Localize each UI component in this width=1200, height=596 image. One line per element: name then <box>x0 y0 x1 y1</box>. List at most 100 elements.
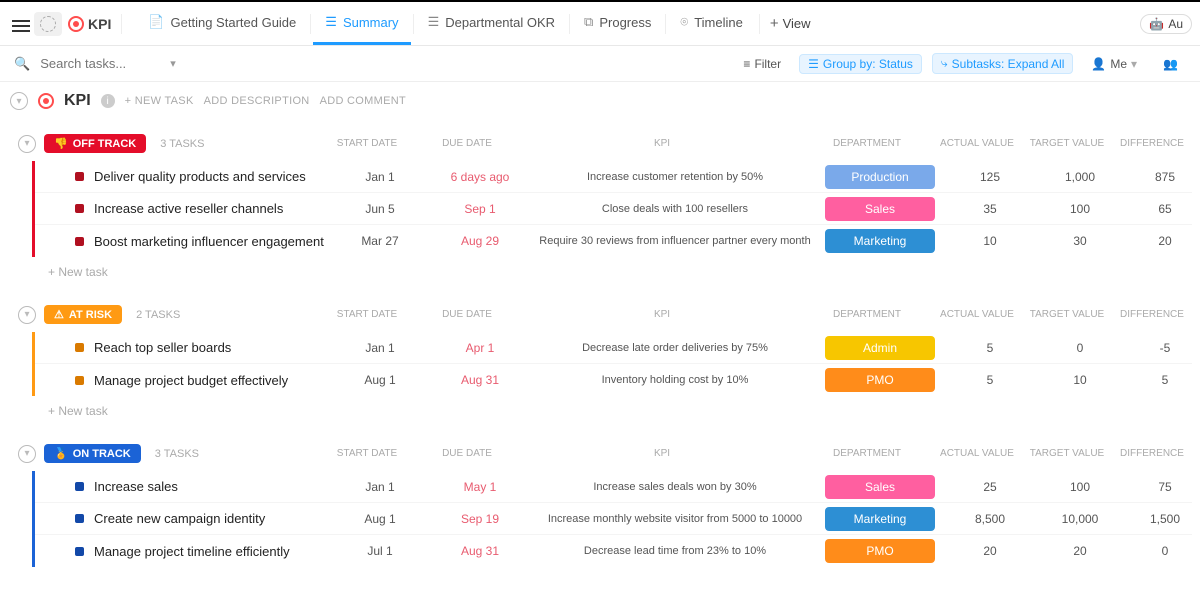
col-department[interactable]: DEPARTMENT <box>802 138 932 149</box>
tab-summary[interactable]: ☰Summary <box>313 2 410 45</box>
menu-icon[interactable] <box>12 17 30 31</box>
search-chevron-down-icon[interactable]: ▾ <box>170 57 176 70</box>
task-name: Increase sales <box>94 479 178 494</box>
col-due[interactable]: DUE DATE <box>412 138 522 149</box>
status-pill[interactable]: 🏅 ON TRACK <box>44 444 141 463</box>
plus-icon: + <box>770 15 779 32</box>
dashed-circle-icon <box>40 16 56 32</box>
task-row[interactable]: Boost marketing influencer engagement Ma… <box>35 225 1192 257</box>
subtasks-button[interactable]: ⤷Subtasks: Expand All <box>932 53 1073 74</box>
me-button[interactable]: 👤Me▾ <box>1083 55 1145 73</box>
loading-icon-button[interactable] <box>34 12 62 36</box>
task-row[interactable]: Increase sales Jan 1 May 1 Increase sale… <box>35 471 1192 503</box>
group-header: ▾ 🏅 ON TRACK 3 TASKS START DATE DUE DATE… <box>8 440 1192 471</box>
difference-value: 0 <box>1125 544 1200 558</box>
status-dot <box>75 482 84 491</box>
status-dot <box>75 343 84 352</box>
task-row[interactable]: Increase active reseller channels Jun 5 … <box>35 193 1192 225</box>
status-dot <box>75 172 84 181</box>
group-off-track: ▾ 👎 OFF TRACK 3 TASKS START DATE DUE DAT… <box>8 130 1192 279</box>
col-start[interactable]: START DATE <box>322 309 412 320</box>
col-difference[interactable]: DIFFERENCE <box>1112 448 1192 459</box>
group-by-button[interactable]: ☰Group by: Status <box>799 54 922 74</box>
department-badge[interactable]: Sales <box>825 197 935 221</box>
col-target[interactable]: TARGET VALUE <box>1022 448 1112 459</box>
tab-timeline[interactable]: ⌾Timeline <box>668 2 754 45</box>
col-department[interactable]: DEPARTMENT <box>802 448 932 459</box>
add-description-button[interactable]: ADD DESCRIPTION <box>204 95 310 107</box>
difference-value: -5 <box>1125 341 1200 355</box>
task-count: 2 TASKS <box>136 309 180 321</box>
department-cell: Admin <box>815 336 945 360</box>
search-input[interactable] <box>40 56 160 71</box>
task-name: Create new campaign identity <box>94 511 265 526</box>
group-by-label: Group by: Status <box>823 57 913 71</box>
filter-button[interactable]: ≡Filter <box>735 55 789 73</box>
task-row[interactable]: Reach top seller boards Jan 1 Apr 1 Decr… <box>35 332 1192 364</box>
collapse-group-button[interactable]: ▾ <box>18 306 36 324</box>
tab-progress[interactable]: ⧉Progress <box>572 2 663 45</box>
col-difference[interactable]: DIFFERENCE <box>1112 309 1192 320</box>
status-pill[interactable]: 👎 OFF TRACK <box>44 134 146 153</box>
task-row[interactable]: Create new campaign identity Aug 1 Sep 1… <box>35 503 1192 535</box>
col-target[interactable]: TARGET VALUE <box>1022 138 1112 149</box>
task-row[interactable]: Manage project timeline efficiently Jul … <box>35 535 1192 567</box>
collapse-all-button[interactable]: ▾ <box>10 92 28 110</box>
col-kpi[interactable]: KPI <box>522 138 802 149</box>
col-target[interactable]: TARGET VALUE <box>1022 309 1112 320</box>
collapse-group-button[interactable]: ▾ <box>18 135 36 153</box>
col-department[interactable]: DEPARTMENT <box>802 309 932 320</box>
info-icon[interactable]: i <box>101 94 115 108</box>
col-start[interactable]: START DATE <box>322 138 412 149</box>
header-bar: KPI 📄Getting Started Guide☰Summary☰Depar… <box>0 2 1200 46</box>
assignees-button[interactable]: 👥 <box>1155 55 1186 73</box>
task-row[interactable]: Deliver quality products and services Ja… <box>35 161 1192 193</box>
task-count: 3 TASKS <box>160 138 204 150</box>
filter-label: Filter <box>754 57 781 71</box>
task-name: Reach top seller boards <box>94 340 231 355</box>
status-dot <box>75 514 84 523</box>
kpi-text: Require 30 reviews from influencer partn… <box>535 235 815 247</box>
col-actual[interactable]: ACTUAL VALUE <box>932 448 1022 459</box>
department-badge[interactable]: Production <box>825 165 935 189</box>
page-title: KPI <box>88 16 111 32</box>
col-due[interactable]: DUE DATE <box>412 309 522 320</box>
department-badge[interactable]: PMO <box>825 368 935 392</box>
add-comment-button[interactable]: ADD COMMENT <box>320 95 406 107</box>
col-actual[interactable]: ACTUAL VALUE <box>932 309 1022 320</box>
new-task-button[interactable]: + NEW TASK <box>125 95 194 107</box>
department-badge[interactable]: PMO <box>825 539 935 563</box>
new-task-link[interactable]: + New task <box>8 257 1192 279</box>
col-due[interactable]: DUE DATE <box>412 448 522 459</box>
department-badge[interactable]: Sales <box>825 475 935 499</box>
tab-departmental-okr[interactable]: ☰Departmental OKR <box>416 2 567 45</box>
kpi-text: Increase customer retention by 50% <box>535 171 815 183</box>
due-date: Aug 31 <box>425 373 535 387</box>
difference-value: 5 <box>1125 373 1200 387</box>
col-difference[interactable]: DIFFERENCE <box>1112 138 1192 149</box>
task-name: Manage project budget effectively <box>94 373 288 388</box>
robot-icon: 🤖 <box>1149 17 1164 31</box>
department-badge[interactable]: Marketing <box>825 229 935 253</box>
department-badge[interactable]: Admin <box>825 336 935 360</box>
start-date: Jun 5 <box>335 202 425 216</box>
kpi-text: Increase sales deals won by 30% <box>535 481 815 493</box>
task-name: Boost marketing influencer engagement <box>94 234 324 249</box>
department-badge[interactable]: Marketing <box>825 507 935 531</box>
due-date: Aug 29 <box>425 234 535 248</box>
col-kpi[interactable]: KPI <box>522 309 802 320</box>
automate-button[interactable]: 🤖Au <box>1140 14 1192 34</box>
col-actual[interactable]: ACTUAL VALUE <box>932 138 1022 149</box>
col-kpi[interactable]: KPI <box>522 448 802 459</box>
status-pill[interactable]: ⚠ AT RISK <box>44 305 122 324</box>
new-task-link[interactable]: + New task <box>8 396 1192 418</box>
page-title-button[interactable]: KPI <box>62 12 117 36</box>
col-start[interactable]: START DATE <box>322 448 412 459</box>
tab-label: Getting Started Guide <box>171 15 297 30</box>
subtasks-label: Subtasks: Expand All <box>952 57 1065 71</box>
tab-getting-started-guide[interactable]: 📄Getting Started Guide <box>136 2 308 45</box>
due-date: Apr 1 <box>425 341 535 355</box>
collapse-group-button[interactable]: ▾ <box>18 445 36 463</box>
task-row[interactable]: Manage project budget effectively Aug 1 … <box>35 364 1192 396</box>
add-view-button[interactable]: +View <box>770 15 811 32</box>
